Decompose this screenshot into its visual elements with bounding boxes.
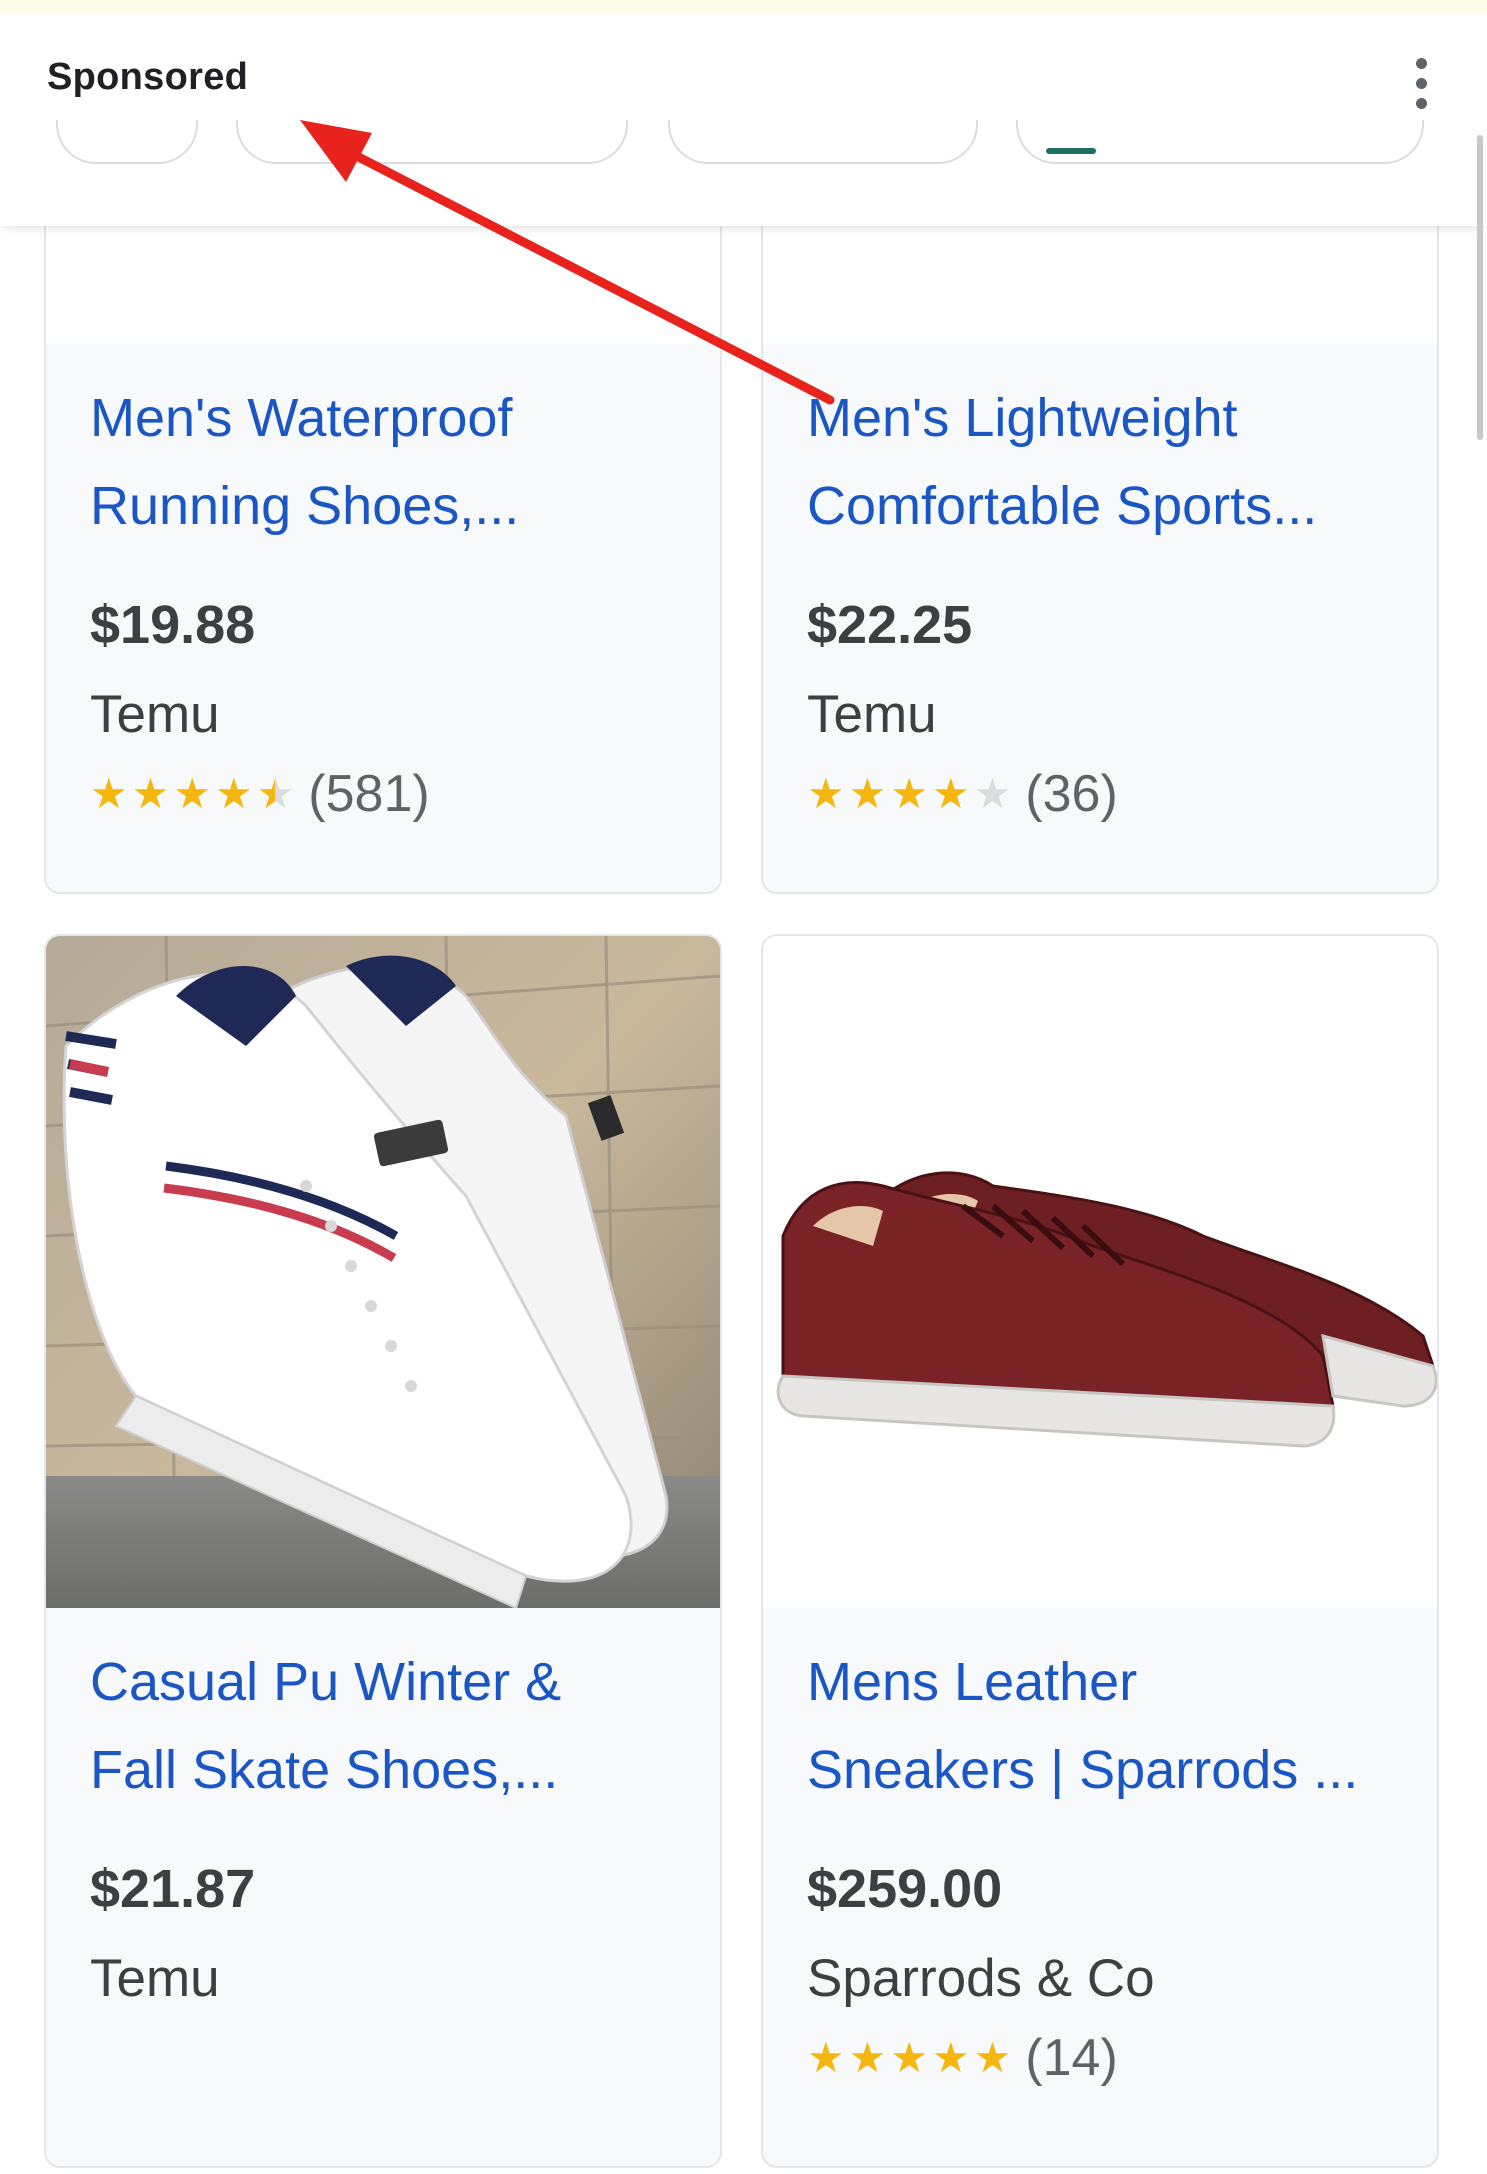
product-title-link[interactable]: Mens Leather Sneakers | Sparrods ... bbox=[807, 1638, 1407, 1814]
product-title-link[interactable]: Men's Lightweight Comfortable Sports... bbox=[807, 374, 1407, 550]
filter-chips-row bbox=[0, 120, 1487, 180]
white-sneakers-illustration bbox=[46, 936, 720, 1610]
star-icon: ★ bbox=[931, 770, 970, 817]
rating-stars: ★ ★ ★ ★ ★ bbox=[807, 2037, 1011, 2079]
star-icon: ★ bbox=[214, 770, 253, 817]
star-icon: ★ bbox=[931, 2034, 970, 2081]
product-info: Mens Leather Sneakers | Sparrods ... $25… bbox=[763, 1608, 1437, 2166]
product-title-link[interactable]: Casual Pu Winter & Fall Skate Shoes,... bbox=[90, 1638, 690, 1814]
product-card[interactable]: Mens Leather Sneakers | Sparrods ... $25… bbox=[761, 934, 1439, 2168]
review-count: (14) bbox=[1025, 2029, 1118, 2087]
product-price: $19.88 bbox=[90, 595, 256, 655]
burgundy-sneakers-illustration bbox=[776, 1171, 1437, 1448]
star-icon: ★ bbox=[131, 770, 170, 817]
sponsored-header: Sponsored bbox=[0, 0, 1487, 226]
star-icon: ★ bbox=[848, 770, 887, 817]
star-icon: ★ bbox=[173, 770, 211, 817]
rating-stars: ★ ★ ★ ★ ★ bbox=[807, 773, 1011, 815]
product-info: Men's Lightweight Comfortable Sports... … bbox=[763, 344, 1437, 892]
product-info: Men's Waterproof Running Shoes,... $19.8… bbox=[46, 344, 720, 892]
star-icon: ★ bbox=[890, 2034, 928, 2081]
star-icon: ★ bbox=[90, 770, 128, 817]
scrollbar[interactable] bbox=[1477, 135, 1483, 440]
product-title-link[interactable]: Men's Waterproof Running Shoes,... bbox=[90, 374, 690, 550]
star-icon: ★ bbox=[848, 2034, 887, 2081]
product-rating: ★ ★ ★ ★ ★ (36) bbox=[807, 764, 1118, 824]
product-rating: ★★★★★ (581) bbox=[90, 764, 430, 824]
product-price: $21.87 bbox=[90, 1859, 256, 1919]
product-seller: Temu bbox=[807, 685, 937, 744]
filter-chip[interactable] bbox=[1016, 120, 1424, 164]
star-icon: ★ bbox=[973, 2034, 1012, 2081]
review-count: (581) bbox=[308, 765, 430, 823]
star-icon: ★ bbox=[807, 770, 845, 817]
product-seller: Temu bbox=[90, 685, 220, 744]
filter-chip[interactable] bbox=[236, 120, 628, 164]
product-price: $22.25 bbox=[807, 595, 973, 655]
product-price: $259.00 bbox=[807, 1859, 1003, 1919]
top-strip bbox=[0, 0, 1487, 14]
product-seller: Sparrods & Co bbox=[807, 1949, 1155, 2008]
white-sneakers-image[interactable] bbox=[46, 936, 720, 1610]
star-icon: ★ bbox=[890, 770, 928, 817]
product-rating: ★ ★ ★ ★ ★ (14) bbox=[807, 2028, 1118, 2088]
product-card[interactable]: Men's Lightweight Comfortable Sports... … bbox=[761, 180, 1439, 894]
burgundy-leather-sneakers-image[interactable] bbox=[763, 936, 1437, 1608]
star-icon: ★ bbox=[973, 770, 1012, 817]
product-card[interactable]: Casual Pu Winter & Fall Skate Shoes,... … bbox=[44, 934, 722, 2168]
product-info: Casual Pu Winter & Fall Skate Shoes,... … bbox=[46, 1608, 720, 2166]
review-count: (36) bbox=[1025, 765, 1118, 823]
product-card[interactable]: Men's Waterproof Running Shoes,... $19.8… bbox=[44, 180, 722, 894]
chip-icon bbox=[1046, 148, 1096, 154]
more-vert-icon[interactable] bbox=[1405, 56, 1439, 112]
filter-chip[interactable] bbox=[668, 120, 978, 164]
filter-chip[interactable] bbox=[56, 120, 198, 164]
sponsored-label: Sponsored bbox=[47, 56, 249, 98]
rating-stars: ★ ★ ★ ★ ★ bbox=[90, 770, 295, 817]
star-icon: ★ bbox=[807, 2034, 845, 2081]
star-icon: ★ bbox=[257, 773, 295, 816]
product-seller: Temu bbox=[90, 1949, 220, 2008]
